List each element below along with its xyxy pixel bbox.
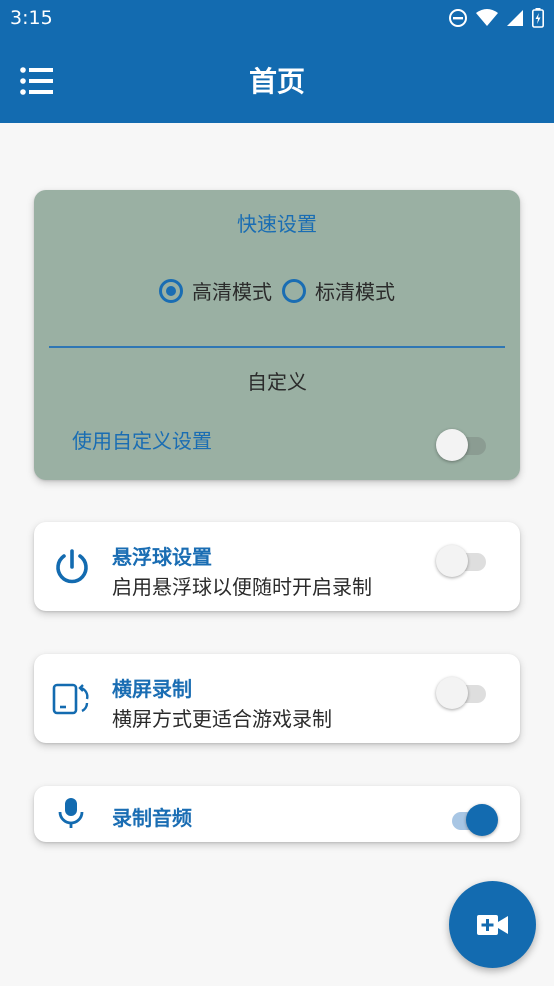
wifi-icon xyxy=(476,9,498,26)
record-audio-card[interactable]: 录制音频 xyxy=(34,786,520,842)
status-time: 3:15 xyxy=(10,7,53,29)
landscape-subtitle: 横屏方式更适合游戏录制 xyxy=(112,707,332,731)
microphone-icon xyxy=(58,798,84,828)
video-camera-add-icon xyxy=(476,914,508,935)
quick-settings-card: 快速设置 高清模式 标清模式 自定义 使用自定义设置 xyxy=(34,190,520,480)
radio-hd-label: 高清模式 xyxy=(192,280,272,304)
floating-ball-subtitle: 启用悬浮球以便随时开启录制 xyxy=(112,575,372,599)
quick-settings-title: 快速设置 xyxy=(237,212,317,236)
radio-selected-icon xyxy=(159,278,183,303)
screen-rotation-icon xyxy=(52,683,89,715)
floating-ball-title: 悬浮球设置 xyxy=(112,545,212,569)
landscape-title: 横屏录制 xyxy=(112,677,192,701)
power-icon xyxy=(56,549,88,584)
radio-sd-mode[interactable]: 标清模式 xyxy=(282,276,395,305)
use-custom-settings-switch[interactable] xyxy=(436,427,490,461)
battery-icon xyxy=(532,8,544,28)
landscape-recording-card[interactable]: 横屏录制 横屏方式更适合游戏录制 xyxy=(34,654,520,743)
landscape-switch[interactable] xyxy=(436,675,490,709)
status-bar: 3:15 xyxy=(0,0,554,38)
radio-sd-label: 标清模式 xyxy=(315,280,395,304)
record-audio-title: 录制音频 xyxy=(112,806,192,830)
floating-ball-switch[interactable] xyxy=(436,543,490,577)
custom-section-title: 自定义 xyxy=(247,370,307,394)
record-audio-switch[interactable] xyxy=(446,802,500,836)
radio-unselected-icon xyxy=(282,278,306,303)
floating-ball-card[interactable]: 悬浮球设置 启用悬浮球以便随时开启录制 xyxy=(34,522,520,611)
cellular-signal-icon xyxy=(507,10,523,26)
use-custom-settings-label: 使用自定义设置 xyxy=(72,429,212,453)
status-icons xyxy=(448,8,544,28)
do-not-disturb-icon xyxy=(449,9,467,27)
divider xyxy=(49,346,505,348)
page-title: 首页 xyxy=(248,65,305,98)
start-recording-fab[interactable] xyxy=(449,881,536,968)
radio-hd-mode[interactable]: 高清模式 xyxy=(159,276,272,305)
app-bar: 首页 xyxy=(0,38,554,123)
mode-radio-group: 高清模式 标清模式 xyxy=(34,276,520,305)
